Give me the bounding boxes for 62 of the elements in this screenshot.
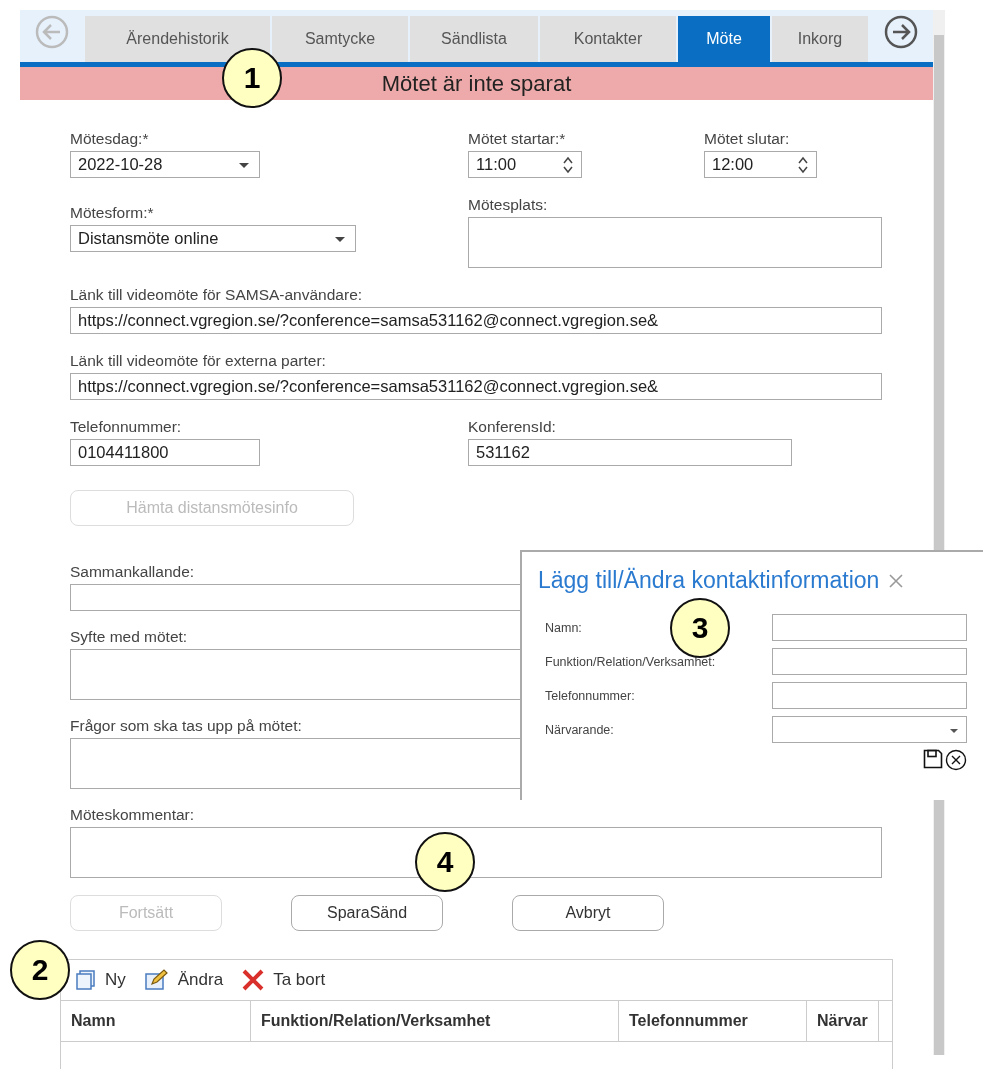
column-header[interactable]: Funktion/Relation/Verksamhet xyxy=(251,1001,619,1041)
field-label: Länk till videomöte för SAMSA-användare: xyxy=(70,286,363,304)
field-label: Mötesdag:* xyxy=(70,130,149,148)
field-value: 2022-10-28 xyxy=(78,155,163,174)
field-label: Mötet startar:* xyxy=(468,130,566,148)
field-label: Telefonnummer: xyxy=(545,688,635,703)
field-label: Mötet slutar: xyxy=(704,130,790,148)
dropdown-field[interactable]: Distansmöte online xyxy=(70,225,356,252)
callout-marker: 2 xyxy=(10,940,70,1000)
tab[interactable]: Sändlista xyxy=(410,16,538,62)
delete-icon xyxy=(241,969,266,991)
field-value: 12:00 xyxy=(712,155,754,174)
field-label: Syfte med mötet: xyxy=(70,628,188,646)
edit-icon xyxy=(143,969,170,991)
spinner-arrows-icon xyxy=(563,156,573,174)
cancel-button[interactable]: Avbryt xyxy=(512,895,664,931)
field-label: Länk till videomöte för externa parter: xyxy=(70,352,326,370)
text-area[interactable] xyxy=(468,217,882,268)
field-label: Telefonnummer: xyxy=(70,418,182,436)
column-header[interactable]: Telefonnummer xyxy=(619,1001,807,1041)
tab[interactable]: Samtycke xyxy=(272,16,408,62)
field-label: Namn: xyxy=(545,620,582,635)
field-value: Distansmöte online xyxy=(78,229,219,248)
cancel-icon[interactable] xyxy=(945,749,967,771)
caret-icon xyxy=(950,729,958,733)
column-header[interactable]: Närvar xyxy=(807,1001,879,1041)
delete-button[interactable]: Ta bort xyxy=(241,966,326,994)
save-send-button[interactable]: SparaSänd xyxy=(291,895,443,931)
tab[interactable]: Ärendehistorik xyxy=(85,16,270,62)
text-area[interactable] xyxy=(70,827,882,878)
field-label: Mötesform:* xyxy=(70,204,154,222)
field-label: Sammankallande: xyxy=(70,563,195,581)
text-field[interactable] xyxy=(772,682,967,709)
column-header[interactable]: Namn xyxy=(61,1001,251,1041)
field-label: Frågor som ska tas upp på mötet: xyxy=(70,717,302,735)
spinner-arrows-icon xyxy=(798,156,808,174)
save-icon[interactable] xyxy=(923,749,943,769)
text-field[interactable]: https://connect.vgregion.se/?conference=samsa531162@connect.vgregion.se& xyxy=(70,373,882,400)
text-field[interactable] xyxy=(772,614,967,641)
caret-icon xyxy=(335,237,345,242)
tab[interactable]: Inkorg xyxy=(772,16,868,62)
dropdown-field[interactable]: 2022-10-28 xyxy=(70,151,260,178)
field-label: Mötesplats: xyxy=(468,196,548,214)
text-field[interactable]: https://connect.vgregion.se/?conference=samsa531162@connect.vgregion.se& xyxy=(70,307,882,334)
caret-icon xyxy=(239,163,249,168)
text-field[interactable] xyxy=(772,648,967,675)
field-value: 11:00 xyxy=(476,155,517,174)
time-field[interactable]: 11:00 xyxy=(468,151,582,178)
tab[interactable]: Kontakter xyxy=(540,16,676,62)
dropdown-field[interactable] xyxy=(772,716,967,743)
new-document-icon xyxy=(75,970,97,990)
close-icon[interactable] xyxy=(889,573,904,588)
text-field[interactable]: 531162 xyxy=(468,439,792,466)
field-label: KonferensId: xyxy=(468,418,556,436)
dialog-title: Lägg till/Ändra kontaktinformation xyxy=(538,567,880,594)
text-field[interactable]: 0104411800 xyxy=(70,439,260,466)
field-label: Möteskommentar: xyxy=(70,806,195,824)
tab[interactable]: Möte xyxy=(678,16,770,62)
field-label: Närvarande: xyxy=(545,722,614,737)
new-button[interactable]: Ny xyxy=(75,966,126,994)
edit-button[interactable]: Ändra xyxy=(143,966,224,994)
time-field[interactable]: 12:00 xyxy=(704,151,817,178)
